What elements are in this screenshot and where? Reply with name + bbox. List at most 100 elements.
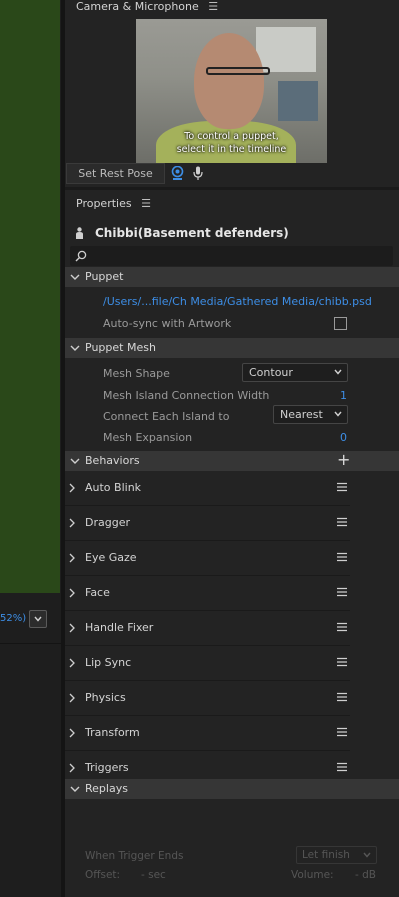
mesh-shape-dropdown[interactable]: Contour bbox=[242, 363, 348, 382]
behavior-row-lip-sync[interactable]: Lip Sync bbox=[65, 646, 350, 681]
when-trigger-ends-label: When Trigger Ends bbox=[85, 850, 184, 862]
zoom-dropdown-button[interactable] bbox=[29, 610, 47, 628]
volume-value[interactable]: - dB bbox=[355, 869, 376, 881]
puppet-name: Chibbi(Basement defenders) bbox=[95, 226, 289, 240]
behavior-row-handle-fixer[interactable]: Handle Fixer bbox=[65, 611, 350, 646]
autosync-label: Auto-sync with Artwork bbox=[103, 317, 232, 330]
chevron-right-icon bbox=[69, 483, 75, 493]
offset-value[interactable]: - sec bbox=[141, 869, 166, 881]
behavior-label: Handle Fixer bbox=[85, 621, 154, 634]
behavior-label: Physics bbox=[85, 691, 126, 704]
chevron-down-icon bbox=[70, 345, 80, 351]
zoom-level-text: 52%) bbox=[0, 613, 27, 624]
chevron-right-icon bbox=[69, 553, 75, 563]
camera-background-shelf bbox=[278, 81, 318, 121]
chevron-right-icon bbox=[69, 588, 75, 598]
chevron-right-icon bbox=[69, 518, 75, 528]
behavior-label: Face bbox=[85, 586, 110, 599]
chevron-down-icon bbox=[334, 411, 342, 417]
puppet-mesh-section-label: Puppet Mesh bbox=[85, 341, 156, 354]
behavior-label: Auto Blink bbox=[85, 481, 142, 494]
puppet-mesh-section-header[interactable]: Puppet Mesh bbox=[65, 338, 399, 358]
hamburger-menu-icon[interactable] bbox=[337, 762, 347, 772]
chevron-down-icon bbox=[34, 616, 42, 622]
behaviors-section-header[interactable]: Behaviors + bbox=[65, 451, 399, 471]
panel-menu-icon[interactable]: ☰ bbox=[141, 197, 151, 210]
mesh-expansion-value[interactable]: 0 bbox=[327, 431, 347, 444]
panel-divider bbox=[65, 187, 399, 190]
chevron-right-icon bbox=[69, 693, 75, 703]
mesh-shape-value: Contour bbox=[249, 366, 293, 379]
connect-island-dropdown[interactable]: Nearest bbox=[273, 405, 348, 424]
hamburger-menu-icon[interactable] bbox=[337, 692, 347, 702]
behavior-label: Transform bbox=[85, 726, 140, 739]
behavior-row-eye-gaze[interactable]: Eye Gaze bbox=[65, 541, 350, 576]
puppet-section-header[interactable]: Puppet bbox=[65, 267, 399, 287]
hamburger-menu-icon[interactable] bbox=[337, 482, 347, 492]
left-pane: 52%) bbox=[0, 0, 61, 897]
connect-island-value: Nearest bbox=[280, 408, 323, 421]
microphone-icon[interactable] bbox=[193, 166, 203, 181]
behavior-label: Lip Sync bbox=[85, 656, 132, 669]
puppet-file-path-link[interactable]: /Users/...file/Ch Media/Gathered Media/c… bbox=[103, 295, 372, 308]
when-trigger-ends-value: Let finish bbox=[302, 849, 350, 861]
chevron-down-icon bbox=[70, 458, 80, 464]
mesh-island-width-value[interactable]: 1 bbox=[327, 389, 347, 402]
divider bbox=[0, 643, 61, 644]
chevron-down-icon bbox=[70, 786, 80, 792]
mesh-island-width-label: Mesh Island Connection Width bbox=[103, 389, 270, 402]
chevron-right-icon bbox=[69, 728, 75, 738]
properties-panel-title: Properties bbox=[76, 197, 132, 210]
camera-person-head bbox=[194, 33, 264, 129]
behavior-row-triggers[interactable]: Triggers bbox=[65, 751, 350, 779]
chevron-down-icon bbox=[70, 274, 80, 280]
panel-menu-icon[interactable]: ☰ bbox=[208, 0, 218, 13]
chevron-down-icon bbox=[334, 369, 342, 375]
replays-section-label: Replays bbox=[85, 782, 128, 795]
chevron-down-icon bbox=[363, 852, 371, 858]
behaviors-section-label: Behaviors bbox=[85, 454, 140, 467]
volume-label: Volume: bbox=[291, 869, 334, 881]
autosync-checkbox[interactable] bbox=[334, 317, 347, 330]
add-behavior-icon[interactable]: + bbox=[337, 451, 350, 469]
set-rest-pose-button[interactable]: Set Rest Pose bbox=[66, 163, 165, 184]
behavior-label: Eye Gaze bbox=[85, 551, 137, 564]
puppet-icon bbox=[76, 227, 83, 239]
replays-section-header[interactable]: Replays bbox=[65, 779, 399, 799]
camera-background-window bbox=[256, 27, 316, 72]
chevron-right-icon bbox=[69, 763, 75, 773]
puppet-section-label: Puppet bbox=[85, 270, 124, 283]
chevron-right-icon bbox=[69, 658, 75, 668]
properties-panel-header: Properties ☰ bbox=[76, 197, 151, 210]
camera-caption-line1: To control a puppet, bbox=[184, 131, 279, 142]
behavior-label: Triggers bbox=[85, 761, 129, 774]
behavior-label: Dragger bbox=[85, 516, 130, 529]
chevron-right-icon bbox=[69, 623, 75, 633]
hamburger-menu-icon[interactable] bbox=[337, 517, 347, 527]
search-icon bbox=[75, 250, 87, 262]
hamburger-menu-icon[interactable] bbox=[337, 727, 347, 737]
properties-search-input[interactable] bbox=[70, 246, 393, 266]
right-pane: Camera & Microphone ☰ To control a puppe… bbox=[65, 0, 399, 897]
behavior-row-face[interactable]: Face bbox=[65, 576, 350, 611]
behavior-row-transform[interactable]: Transform bbox=[65, 716, 350, 751]
behavior-row-auto-blink[interactable]: Auto Blink bbox=[65, 471, 350, 506]
camera-person-glasses bbox=[206, 67, 270, 75]
mesh-expansion-label: Mesh Expansion bbox=[103, 431, 193, 444]
camera-caption-line2: select it in the timeline bbox=[176, 144, 287, 155]
hamburger-menu-icon[interactable] bbox=[337, 657, 347, 667]
camera-panel-header: Camera & Microphone ☰ bbox=[76, 0, 218, 13]
camera-panel-title: Camera & Microphone bbox=[76, 0, 199, 13]
when-trigger-ends-dropdown[interactable]: Let finish bbox=[296, 846, 377, 864]
behavior-row-dragger[interactable]: Dragger bbox=[65, 506, 350, 541]
hamburger-menu-icon[interactable] bbox=[337, 622, 347, 632]
webcam-icon[interactable] bbox=[171, 166, 184, 181]
connect-island-label: Connect Each Island to bbox=[103, 410, 230, 423]
behavior-row-physics[interactable]: Physics bbox=[65, 681, 350, 716]
scene-canvas[interactable] bbox=[0, 0, 60, 593]
camera-caption: To control a puppet, select it in the ti… bbox=[136, 130, 327, 156]
mesh-shape-label: Mesh Shape bbox=[103, 367, 170, 380]
hamburger-menu-icon[interactable] bbox=[337, 552, 347, 562]
offset-label: Offset: bbox=[85, 869, 121, 881]
hamburger-menu-icon[interactable] bbox=[337, 587, 347, 597]
